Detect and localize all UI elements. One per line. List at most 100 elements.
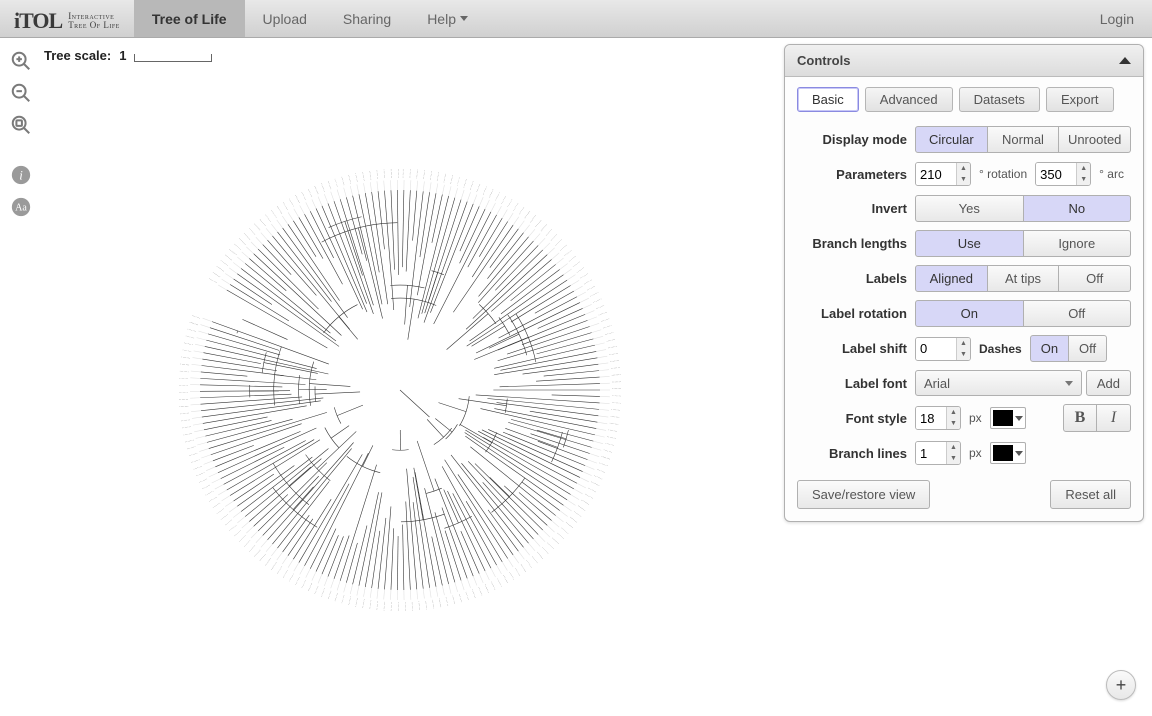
bold-button[interactable]: B bbox=[1063, 404, 1097, 432]
tab-export[interactable]: Export bbox=[1046, 87, 1114, 112]
dashes-off[interactable]: Off bbox=[1069, 335, 1107, 362]
svg-text:·······: ······· bbox=[606, 434, 616, 441]
controls-header[interactable]: Controls bbox=[785, 45, 1143, 77]
arc-value[interactable] bbox=[1036, 163, 1076, 185]
label-font-add[interactable]: Add bbox=[1086, 370, 1131, 396]
controls-panel: Controls Basic Advanced Datasets Export … bbox=[784, 44, 1144, 522]
branch-lengths-use[interactable]: Use bbox=[915, 230, 1024, 257]
italic-button[interactable]: I bbox=[1097, 404, 1131, 432]
branch-lines-value[interactable] bbox=[916, 442, 946, 464]
arc-step-down[interactable]: ▼ bbox=[1077, 174, 1090, 185]
arc-input[interactable]: ▲▼ bbox=[1035, 162, 1091, 186]
tab-advanced[interactable]: Advanced bbox=[865, 87, 953, 112]
branch-lines-up[interactable]: ▲ bbox=[947, 442, 960, 453]
rotation-input[interactable]: ▲▼ bbox=[915, 162, 971, 186]
label-shift-input[interactable]: ▲▼ bbox=[915, 337, 971, 361]
svg-text:·······: ······· bbox=[427, 171, 433, 181]
font-size-unit: px bbox=[965, 411, 986, 425]
branch-lines-input[interactable]: ▲▼ bbox=[915, 441, 961, 465]
row-parameters: Parameters ▲▼ ° rotation ▲▼ ° arc bbox=[785, 157, 1143, 191]
label-shift-up[interactable]: ▲ bbox=[957, 338, 970, 349]
nav-sharing[interactable]: Sharing bbox=[325, 0, 409, 37]
label-shift-value[interactable] bbox=[916, 338, 956, 360]
dashes-on[interactable]: On bbox=[1030, 335, 1069, 362]
svg-text:·······: ······· bbox=[182, 424, 192, 430]
labels-off[interactable]: Off bbox=[1059, 265, 1131, 292]
svg-text:·······: ······· bbox=[451, 595, 458, 605]
nav-tree-of-life[interactable]: Tree of Life bbox=[134, 0, 245, 37]
svg-text:·······: ······· bbox=[375, 170, 381, 180]
display-mode-circular[interactable]: Circular bbox=[915, 126, 988, 153]
svg-text:·······: ······· bbox=[347, 174, 354, 184]
label-rotation-group: On Off bbox=[915, 300, 1131, 327]
branch-lengths-group: Use Ignore bbox=[915, 230, 1131, 257]
info-button[interactable]: i bbox=[8, 162, 34, 188]
font-color-picker[interactable] bbox=[990, 407, 1026, 429]
font-size-down[interactable]: ▼ bbox=[947, 418, 960, 429]
font-size-up[interactable]: ▲ bbox=[947, 407, 960, 418]
branch-lines-down[interactable]: ▼ bbox=[947, 453, 960, 464]
chevron-down-icon bbox=[460, 16, 468, 21]
label-shift-down[interactable]: ▼ bbox=[957, 349, 970, 360]
row-invert: Invert Yes No bbox=[785, 191, 1143, 226]
invert-no[interactable]: No bbox=[1024, 195, 1132, 222]
collapse-icon[interactable] bbox=[1119, 57, 1131, 64]
svg-text:·······: ······· bbox=[612, 393, 621, 398]
branch-lengths-ignore[interactable]: Ignore bbox=[1024, 230, 1132, 257]
labels-aligned[interactable]: Aligned bbox=[915, 265, 988, 292]
labels-group: Aligned At tips Off bbox=[915, 265, 1131, 292]
label-branch-lengths: Branch lengths bbox=[797, 236, 915, 251]
arc-unit: ° arc bbox=[1095, 167, 1128, 181]
save-restore-button[interactable]: Save/restore view bbox=[797, 480, 930, 509]
rotation-value[interactable] bbox=[916, 163, 956, 185]
nav-upload[interactable]: Upload bbox=[245, 0, 325, 37]
zoom-out-button[interactable] bbox=[8, 80, 34, 106]
svg-text:·······: ······· bbox=[361, 171, 368, 181]
svg-text:·······: ······· bbox=[606, 336, 616, 343]
label-rotation-off[interactable]: Off bbox=[1024, 300, 1132, 327]
zoom-fit-button[interactable] bbox=[8, 112, 34, 138]
svg-text:·······: ······· bbox=[609, 420, 619, 426]
svg-text:·······: ······· bbox=[604, 330, 614, 337]
label-font-select[interactable]: Arial bbox=[915, 370, 1082, 396]
svg-text:·······: ······· bbox=[191, 313, 201, 321]
display-mode-normal[interactable]: Normal bbox=[988, 126, 1060, 153]
svg-text:·······: ······· bbox=[611, 372, 621, 378]
circular-tree-view[interactable]: ········································… bbox=[40, 50, 760, 710]
branch-color-swatch bbox=[993, 445, 1013, 461]
add-fab[interactable]: + bbox=[1106, 670, 1136, 700]
zoom-in-button[interactable] bbox=[8, 48, 34, 74]
display-mode-unrooted[interactable]: Unrooted bbox=[1059, 126, 1131, 153]
font-button[interactable]: Aa bbox=[8, 194, 34, 220]
plus-icon: + bbox=[1116, 675, 1127, 696]
tab-basic[interactable]: Basic bbox=[797, 87, 859, 112]
logo[interactable]: iTOL Interactive Tree Of Life bbox=[0, 0, 134, 37]
rotation-unit: ° rotation bbox=[975, 167, 1031, 181]
svg-text:·······: ······· bbox=[611, 407, 621, 413]
label-rotation-on[interactable]: On bbox=[915, 300, 1024, 327]
arc-step-up[interactable]: ▲ bbox=[1077, 163, 1090, 174]
chevron-down-icon bbox=[1015, 451, 1023, 456]
tab-datasets[interactable]: Datasets bbox=[959, 87, 1040, 112]
branch-color-picker[interactable] bbox=[990, 442, 1026, 464]
reset-all-button[interactable]: Reset all bbox=[1050, 480, 1131, 509]
svg-text:Aa: Aa bbox=[15, 203, 27, 214]
svg-text:·······: ······· bbox=[382, 601, 388, 611]
nav-login[interactable]: Login bbox=[1082, 0, 1152, 37]
svg-text:·······: ······· bbox=[605, 440, 615, 447]
svg-text:·······: ······· bbox=[179, 376, 189, 382]
font-size-input[interactable]: ▲▼ bbox=[915, 406, 961, 430]
rotation-step-down[interactable]: ▼ bbox=[957, 174, 970, 185]
rotation-step-up[interactable]: ▲ bbox=[957, 163, 970, 174]
svg-text:·······: ······· bbox=[434, 172, 441, 182]
invert-yes[interactable]: Yes bbox=[915, 195, 1024, 222]
labels-at-tips[interactable]: At tips bbox=[988, 265, 1060, 292]
zoom-in-icon bbox=[10, 50, 32, 72]
svg-text:·······: ······· bbox=[185, 334, 195, 341]
row-branch-lines: Branch lines ▲▼ px bbox=[785, 436, 1143, 470]
font-size-value[interactable] bbox=[916, 407, 946, 429]
label-font-value: Arial bbox=[924, 376, 950, 391]
label-label-shift: Label shift bbox=[797, 341, 915, 356]
svg-text:·······: ······· bbox=[181, 418, 191, 424]
nav-help[interactable]: Help bbox=[409, 0, 486, 37]
